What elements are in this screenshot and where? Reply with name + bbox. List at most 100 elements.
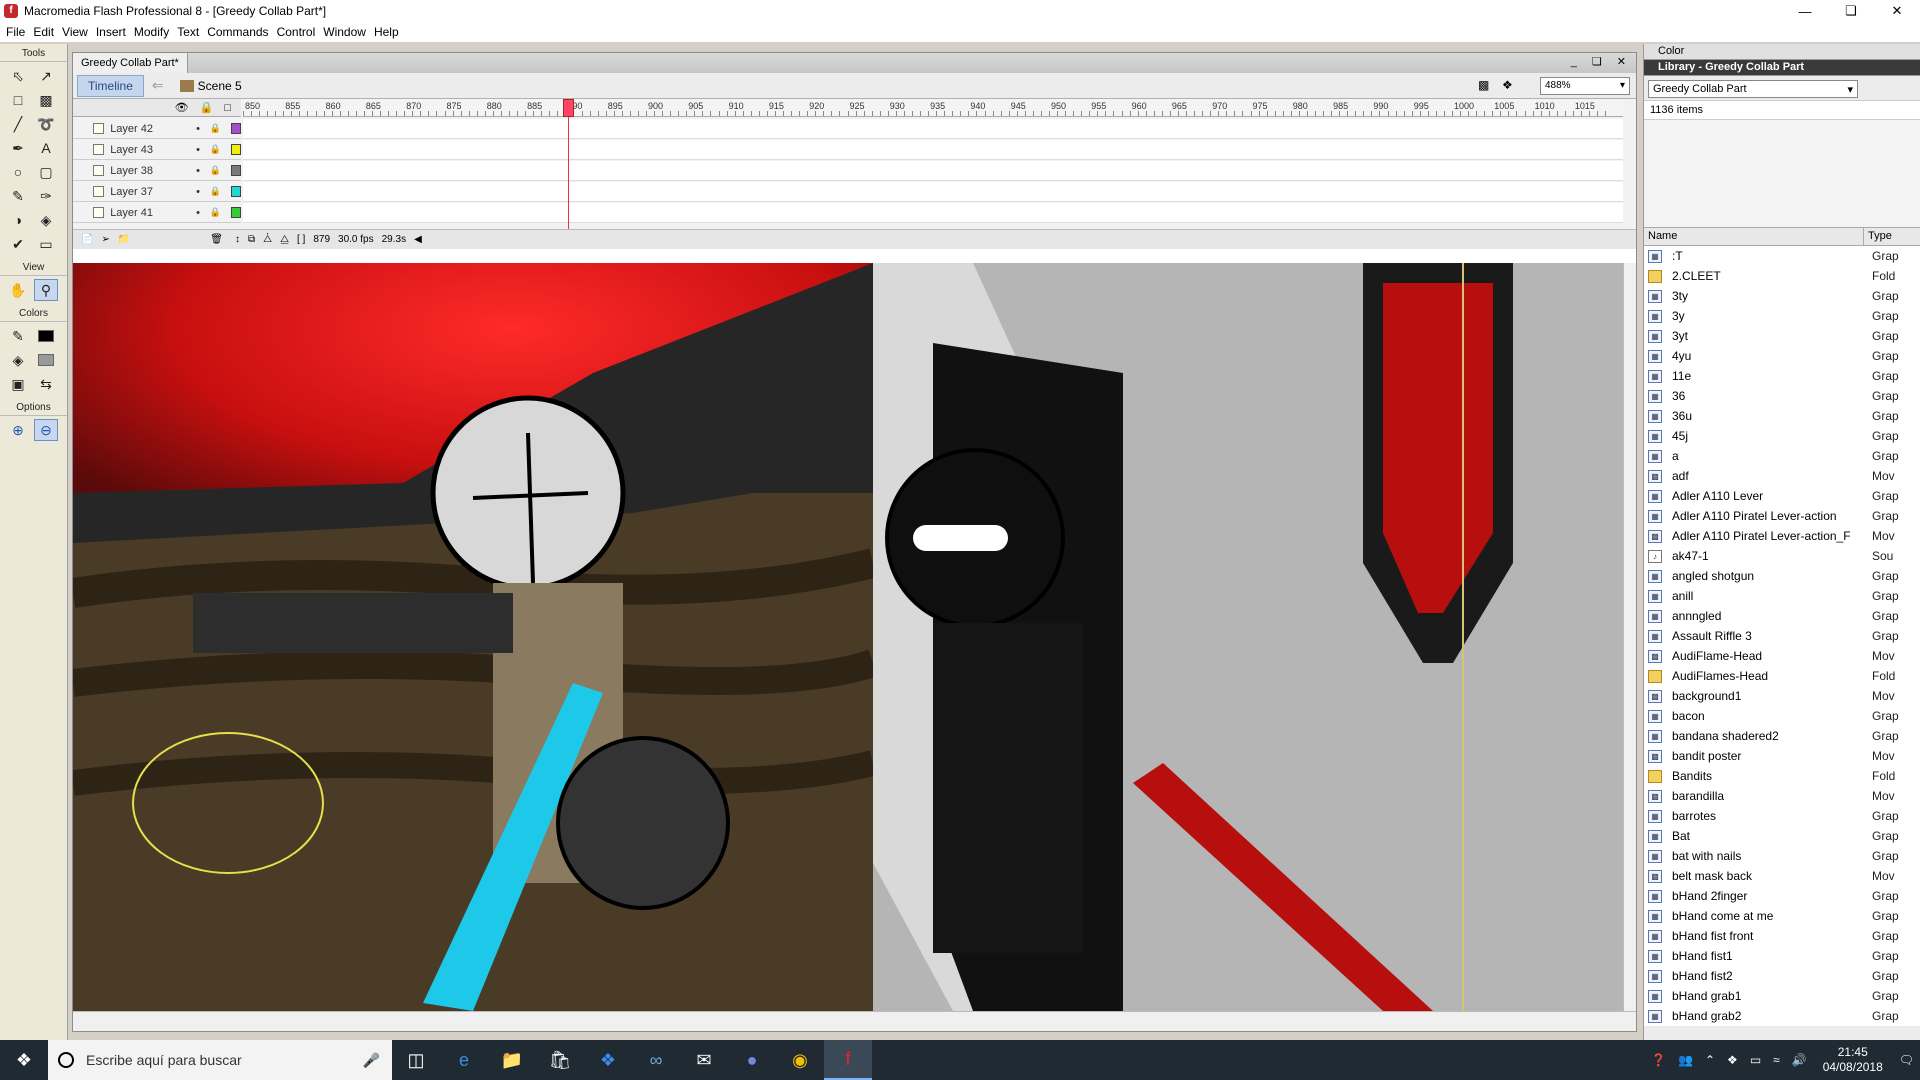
swap-colors-icon[interactable]: ⇆ xyxy=(34,373,58,395)
timeline-layer[interactable]: Layer 41 • 🔒 xyxy=(73,203,241,223)
library-item[interactable]: ▦ 36 Grap xyxy=(1644,386,1920,406)
library-item[interactable]: ▦ bandana shadered2 Grap xyxy=(1644,726,1920,746)
help-icon[interactable]: ❓ xyxy=(1651,1053,1666,1067)
library-item[interactable]: ▩ AudiFlame-Head Mov xyxy=(1644,646,1920,666)
dropbox-icon[interactable]: ❖ xyxy=(584,1040,632,1080)
menu-file[interactable]: File xyxy=(6,25,33,39)
library-item[interactable]: ▦ a Grap xyxy=(1644,446,1920,466)
menu-commands[interactable]: Commands xyxy=(207,25,276,39)
fill-color-icon[interactable]: ◈ xyxy=(6,349,30,371)
brush-tool-icon[interactable]: ✑ xyxy=(34,185,58,207)
infinity-app-icon[interactable]: ∞ xyxy=(632,1040,680,1080)
zoom-out-icon[interactable]: ⊖ xyxy=(34,419,58,441)
flash-taskbar-icon[interactable]: f xyxy=(824,1040,872,1080)
paint-bucket-tool-icon[interactable]: ◈ xyxy=(34,209,58,231)
layer-frames[interactable] xyxy=(243,119,1623,139)
hand-tool-icon[interactable]: ✋ xyxy=(6,279,30,301)
library-item[interactable]: ▩ barandilla Mov xyxy=(1644,786,1920,806)
center-frame-icon[interactable]: ↕ xyxy=(235,234,240,245)
lock-icon[interactable]: 🔒 xyxy=(210,207,221,218)
dropbox-tray-icon[interactable]: ❖ xyxy=(1727,1053,1738,1067)
library-item[interactable]: ▦ anill Grap xyxy=(1644,586,1920,606)
insert-folder-icon[interactable]: 📁 xyxy=(118,234,130,245)
zoom-in-icon[interactable]: ⊕ xyxy=(6,419,30,441)
library-item[interactable]: ▦ 45j Grap xyxy=(1644,426,1920,446)
close-button[interactable]: ✕ xyxy=(1874,0,1920,22)
library-item[interactable]: Bandits Fold xyxy=(1644,766,1920,786)
column-type[interactable]: Type xyxy=(1864,228,1892,245)
visibility-dot[interactable]: • xyxy=(192,207,203,219)
free-transform-tool-icon[interactable]: □ xyxy=(6,89,30,111)
library-item[interactable]: AudiFlames-Head Fold xyxy=(1644,666,1920,686)
layer-outline-color[interactable] xyxy=(230,207,241,218)
microphone-icon[interactable]: 🎤 xyxy=(363,1052,380,1069)
fill-color-swatch[interactable] xyxy=(34,349,58,371)
scroll-left-icon[interactable]: ◀ xyxy=(414,234,422,245)
layer-outline-color[interactable] xyxy=(230,186,241,197)
library-item[interactable]: ▩ adf Mov xyxy=(1644,466,1920,486)
selection-tool-icon[interactable]: ⬁ xyxy=(6,65,30,87)
library-item[interactable]: ▦ angled shotgun Grap xyxy=(1644,566,1920,586)
file-explorer-icon[interactable]: 📁 xyxy=(488,1040,536,1080)
timeline-layer[interactable]: Layer 37 • 🔒 xyxy=(73,182,241,202)
library-item[interactable]: 2.CLEET Fold xyxy=(1644,266,1920,286)
default-colors-icon[interactable]: ▣ xyxy=(6,373,30,395)
library-item[interactable]: ▦ 11e Grap xyxy=(1644,366,1920,386)
back-arrow-icon[interactable]: ⇐ xyxy=(152,77,164,94)
library-item[interactable]: ▦:T Grap xyxy=(1644,246,1920,266)
library-item[interactable]: ▦ 3ty Grap xyxy=(1644,286,1920,306)
library-item[interactable]: ▦ Assault Riffle 3 Grap xyxy=(1644,626,1920,646)
people-icon[interactable]: 👥 xyxy=(1678,1053,1693,1067)
lasso-tool-icon[interactable]: ➰ xyxy=(34,113,58,135)
library-item[interactable]: ♪ ak47-1 Sou xyxy=(1644,546,1920,566)
rectangle-tool-icon[interactable]: ▢ xyxy=(34,161,58,183)
battery-icon[interactable]: ▭ xyxy=(1750,1053,1761,1067)
volume-icon[interactable]: 🔊 xyxy=(1792,1053,1807,1067)
layer-header-icons[interactable]: 👁 🔒 □ xyxy=(175,101,235,114)
onion-skin-icon[interactable]: ⧉ xyxy=(248,234,255,245)
layer-outline-color[interactable] xyxy=(230,123,241,134)
scene-breadcrumb[interactable]: Scene 5 xyxy=(179,79,242,93)
minimize-button[interactable]: — xyxy=(1782,0,1828,22)
subselection-tool-icon[interactable]: ↗ xyxy=(34,65,58,87)
stage-canvas[interactable] xyxy=(73,263,1623,1011)
playhead[interactable] xyxy=(563,99,574,117)
library-item[interactable]: ▦ bHand grab2 Grap xyxy=(1644,1006,1920,1026)
library-panel-header[interactable]: Library - Greedy Collab Part xyxy=(1644,60,1920,76)
library-item[interactable]: ▦ bacon Grap xyxy=(1644,706,1920,726)
library-item[interactable]: ▦ bHand 2finger Grap xyxy=(1644,886,1920,906)
insert-layer-icon[interactable]: 📄 xyxy=(81,234,93,245)
library-item[interactable]: ▩ Adler A110 Piratel Lever-action_F Mov xyxy=(1644,526,1920,546)
onion-outlines-icon[interactable]: ⧊ xyxy=(263,234,272,245)
line-tool-icon[interactable]: ╱ xyxy=(6,113,30,135)
document-tab[interactable]: Greedy Collab Part* xyxy=(73,53,188,73)
layer-frames[interactable] xyxy=(243,203,1623,223)
menu-window[interactable]: Window xyxy=(323,25,374,39)
lock-icon[interactable]: 🔒 xyxy=(210,144,221,155)
library-item[interactable]: ▦ 4yu Grap xyxy=(1644,346,1920,366)
delete-layer-icon[interactable]: 🗑 xyxy=(210,234,223,245)
library-document-select[interactable]: Greedy Collab Part ▾ xyxy=(1648,80,1858,98)
library-item[interactable]: ▦ bHand grab1 Grap xyxy=(1644,986,1920,1006)
stage-horizontal-scrollbar[interactable] xyxy=(73,1011,1636,1031)
menu-view[interactable]: View xyxy=(62,25,96,39)
library-item[interactable]: ▦ bHand fist front Grap xyxy=(1644,926,1920,946)
edge-browser-icon[interactable]: e xyxy=(440,1040,488,1080)
menu-insert[interactable]: Insert xyxy=(96,25,134,39)
store-icon[interactable]: 🛍 xyxy=(536,1040,584,1080)
menu-text[interactable]: Text xyxy=(177,25,207,39)
zoom-tool-icon[interactable]: ⚲ xyxy=(34,279,58,301)
timeline-layer[interactable]: Layer 42 • 🔒 xyxy=(73,119,241,139)
oval-tool-icon[interactable]: ○ xyxy=(6,161,30,183)
library-list[interactable]: ▦:T Grap 2.CLEET Fold ▦ 3ty Grap ▦ 3y Grap ▦ 3yt Gra… xyxy=(1644,246,1920,1026)
ink-bottle-tool-icon[interactable]: ◑ xyxy=(6,209,30,231)
library-item[interactable]: ▩ bandit poster Mov xyxy=(1644,746,1920,766)
library-item[interactable]: ▩ background1 Mov xyxy=(1644,686,1920,706)
pen-tool-icon[interactable]: ✒ xyxy=(6,137,30,159)
frame-rate[interactable]: 30.0 fps xyxy=(338,234,374,245)
library-item[interactable]: ▦ 36u Grap xyxy=(1644,406,1920,426)
library-item[interactable]: ▦ bHand fist1 Grap xyxy=(1644,946,1920,966)
lock-icon[interactable]: 🔒 xyxy=(210,123,221,134)
fill-transform-tool-icon[interactable]: ▩ xyxy=(34,89,58,111)
library-item[interactable]: ▦ barrotes Grap xyxy=(1644,806,1920,826)
